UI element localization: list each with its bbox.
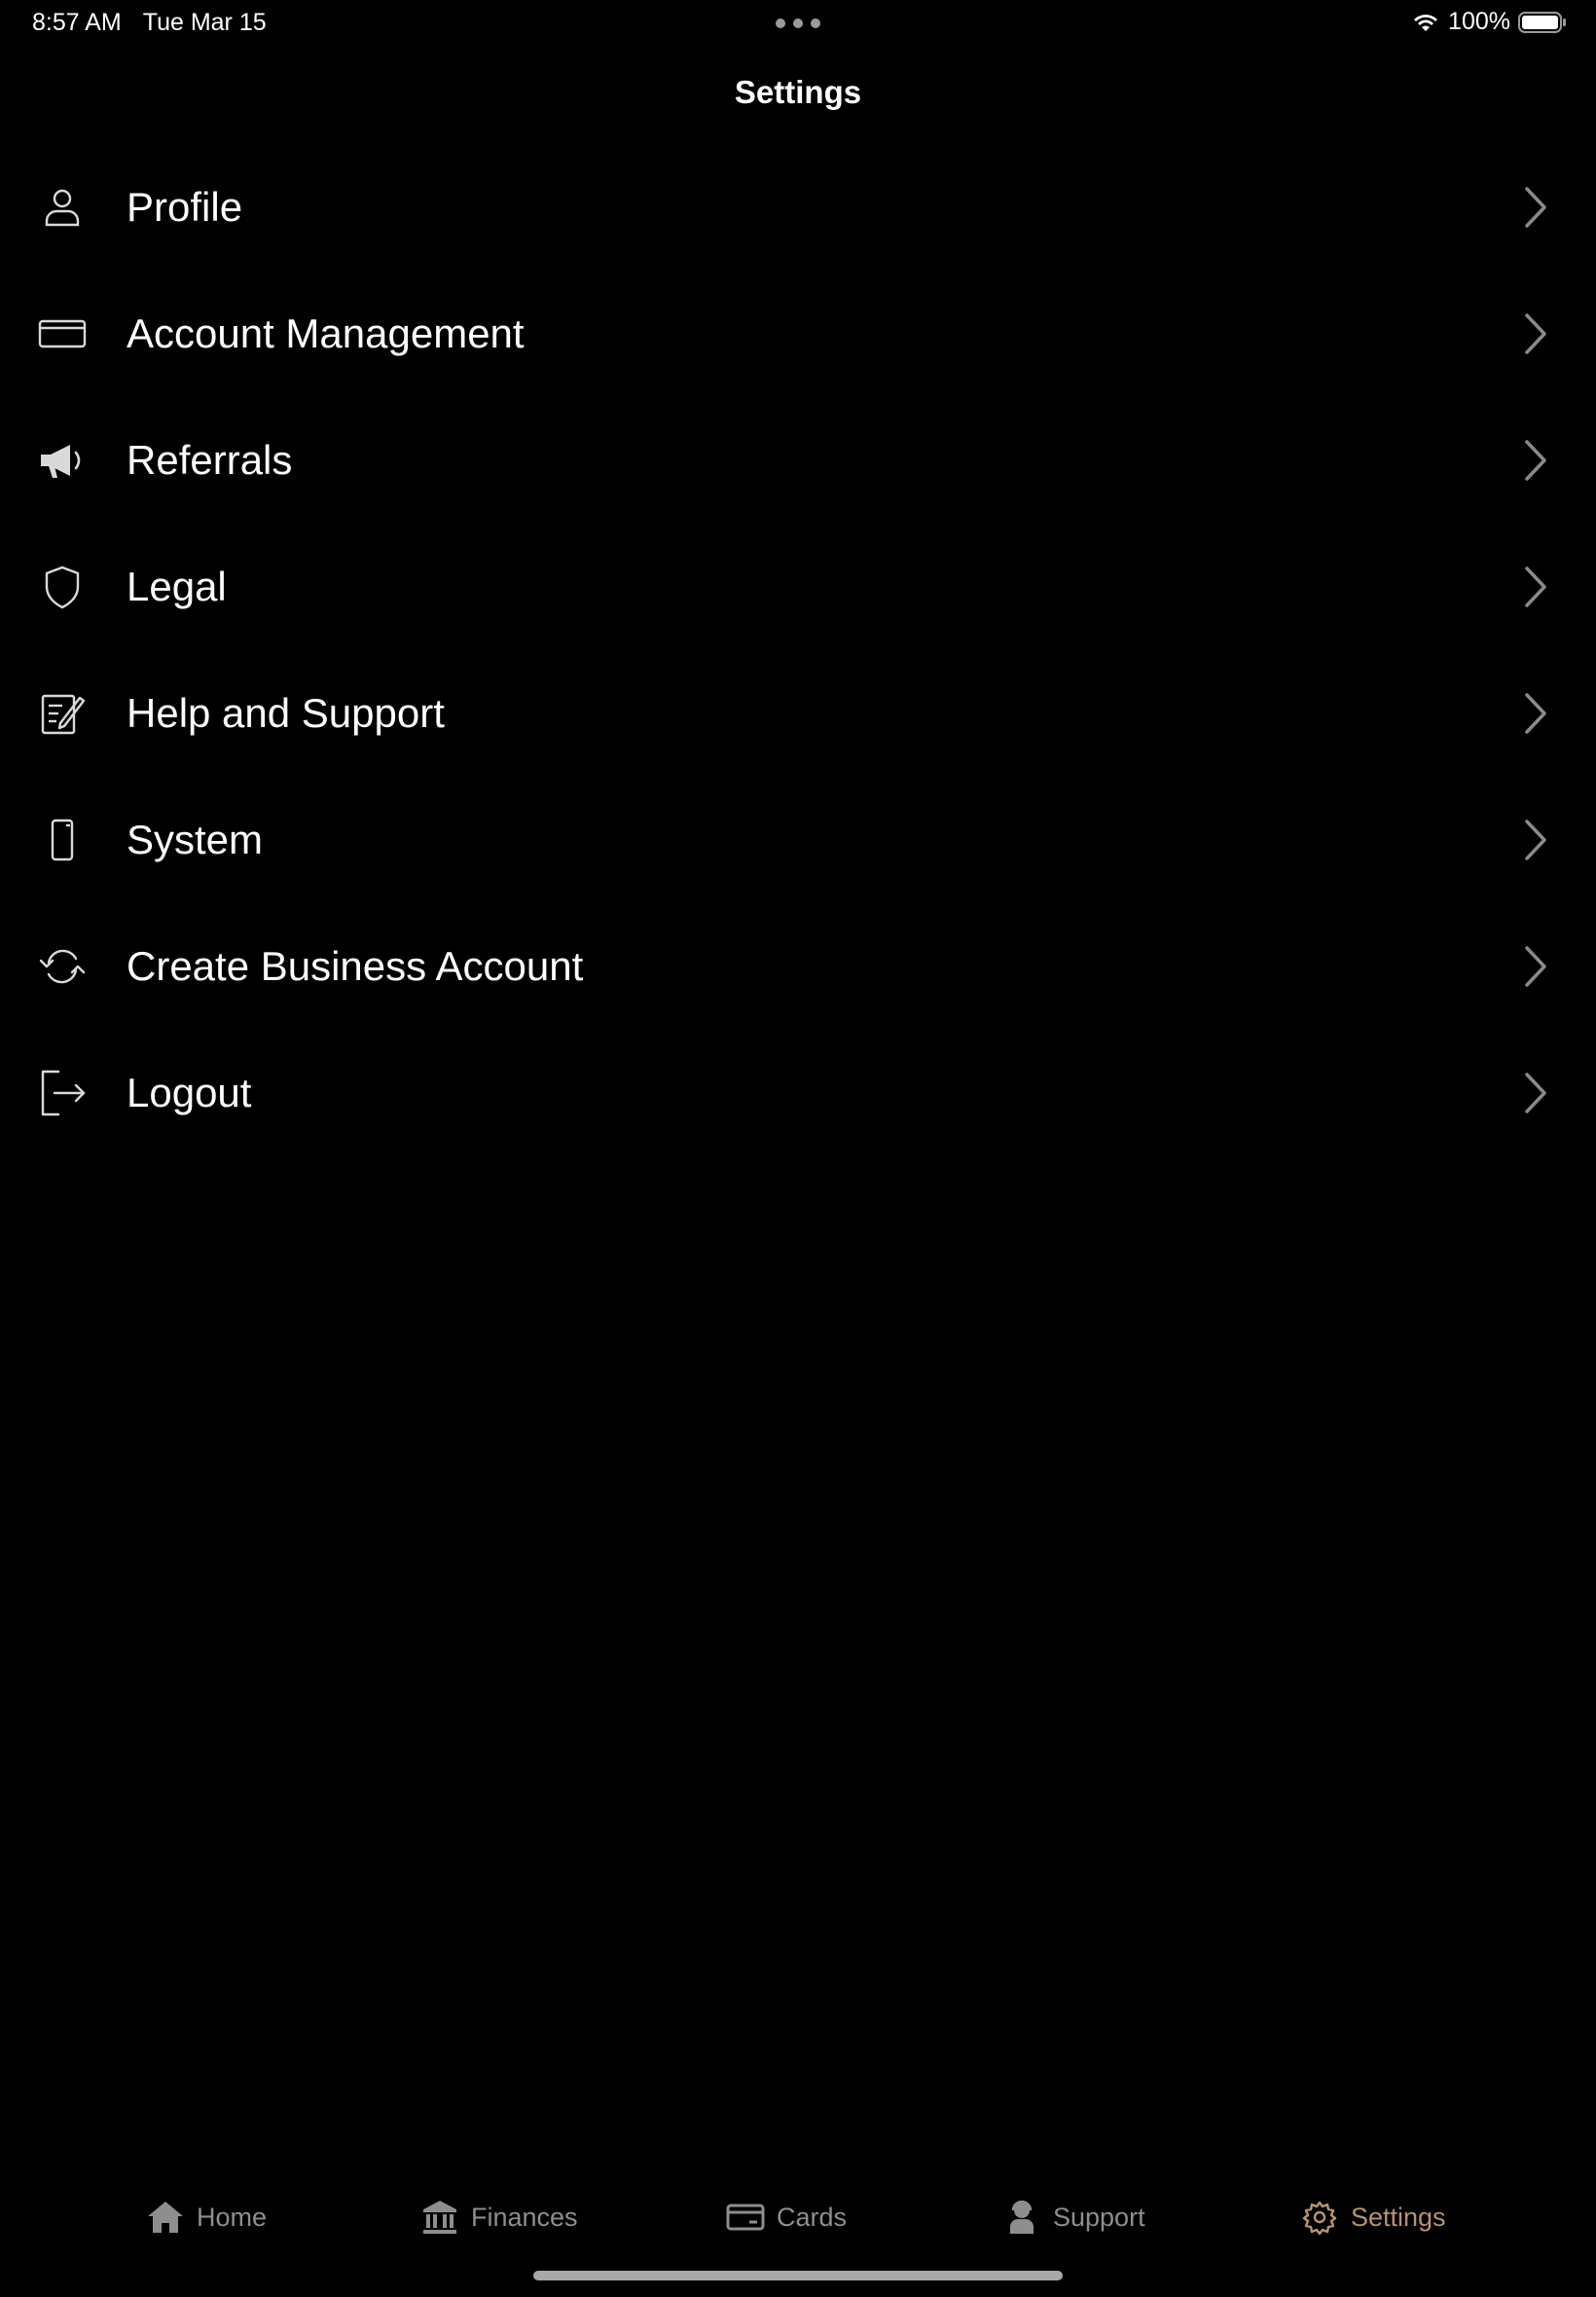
settings-item-label: Logout [127,1070,252,1115]
chevron-right-icon [1522,439,1549,482]
tab-support[interactable]: Support [1002,2196,1145,2239]
tab-label: Support [1053,2202,1145,2232]
tab-finances[interactable]: Finances [420,2196,578,2239]
chevron-right-icon [1522,945,1549,988]
page-title: Settings [734,74,862,110]
tab-home[interactable]: Home [146,2196,267,2239]
sync-icon [37,941,88,992]
chevron-right-icon [1522,819,1549,861]
settings-item-label: Account Management [127,310,525,356]
credit-card-icon [37,309,88,359]
multitasking-dots-icon[interactable] [776,18,820,28]
status-time-date: 8:57 AM Tue Mar 15 [32,9,267,37]
settings-item-label: Help and Support [127,690,445,736]
settings-item-logout[interactable]: Logout [0,1030,1596,1156]
settings-item-legal[interactable]: Legal [0,524,1596,650]
battery-percent: 100% [1448,8,1510,35]
settings-item-label: Create Business Account [127,943,584,989]
settings-item-label: Profile [127,184,243,230]
status-time: 8:57 AM [32,9,122,36]
chevron-right-icon [1522,186,1549,229]
battery-icon [1518,11,1566,33]
status-date: Tue Mar 15 [142,9,267,36]
tab-label: Cards [777,2202,848,2232]
tab-label: Finances [471,2202,578,2232]
person-icon [37,182,88,233]
wifi-icon [1414,14,1438,31]
home-indicator[interactable] [533,2271,1063,2280]
settings-item-referrals[interactable]: Referrals [0,397,1596,524]
chevron-right-icon [1522,1072,1549,1114]
megaphone-icon [37,435,88,486]
settings-list: Profile Account Management Referrals Leg… [0,144,1596,1156]
tab-cards[interactable]: Cards [726,2196,847,2239]
settings-item-create-business-account[interactable]: Create Business Account [0,903,1596,1030]
bank-icon [423,2201,456,2234]
settings-item-label: Referrals [127,437,293,483]
tab-settings[interactable]: Settings [1300,2196,1446,2239]
status-bar: 8:57 AM Tue Mar 15 100% [0,0,1596,47]
settings-item-label: System [127,817,264,862]
tab-bar: Home Finances Cards Support Settings [0,2169,1596,2276]
settings-item-help-and-support[interactable]: Help and Support [0,650,1596,777]
tab-label: Home [197,2202,268,2232]
settings-item-account-management[interactable]: Account Management [0,271,1596,397]
note-edit-icon [37,688,88,739]
shield-icon [37,562,88,612]
chevron-right-icon [1522,692,1549,735]
settings-item-profile[interactable]: Profile [0,144,1596,271]
logout-icon [37,1068,88,1118]
status-indicators: 100% [1411,8,1567,36]
settings-item-label: Legal [127,564,227,609]
gear-icon [1302,2201,1337,2236]
agent-icon [1010,2200,1034,2234]
card-icon [726,2204,765,2231]
tab-label: Settings [1351,2202,1446,2232]
house-icon [148,2202,183,2233]
phone-icon [37,815,88,865]
settings-item-system[interactable]: System [0,777,1596,903]
chevron-right-icon [1522,565,1549,608]
chevron-right-icon [1522,312,1549,355]
